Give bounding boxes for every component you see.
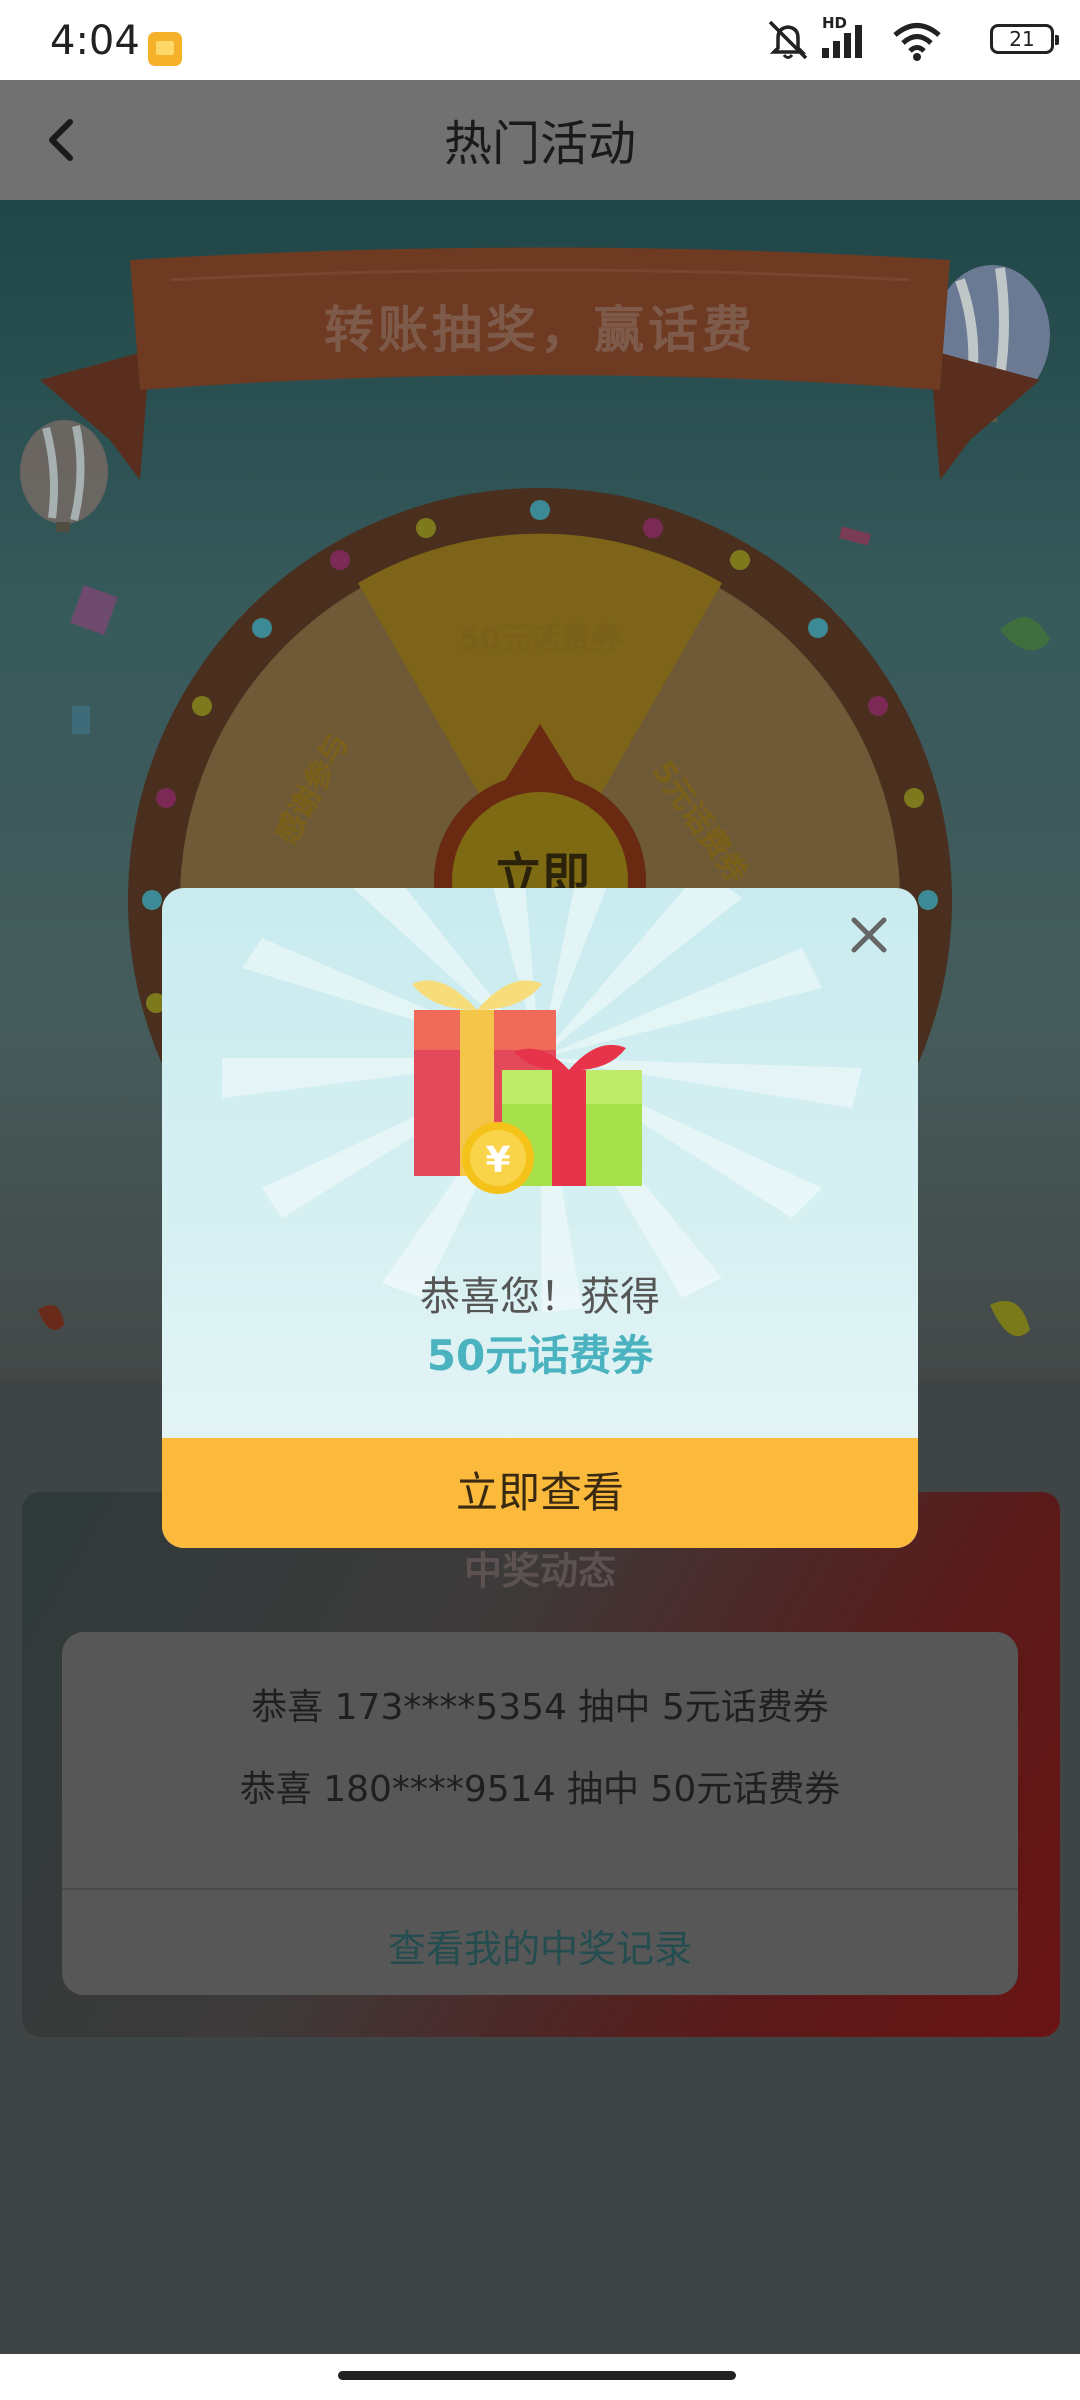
signal-icon (822, 25, 862, 58)
mute-icon (768, 20, 808, 60)
winners-title: 中奖动态 (463, 1549, 616, 1593)
gift-box-icon: ¥ (412, 980, 642, 1194)
wheel-segment-50: 50元话费券 (459, 622, 621, 657)
close-button[interactable] (840, 906, 898, 964)
notification-app-icon (148, 32, 182, 66)
status-time: 4:04 (50, 18, 140, 64)
title-ribbon (40, 247, 1040, 480)
winner-item: 恭喜 180****9514 抽中 50元话费券 (239, 1769, 841, 1810)
home-indicator[interactable] (338, 2371, 736, 2380)
my-prize-record-link[interactable]: 查看我的中奖记录 (0, 1918, 1080, 1973)
page-title: 热门活动 (443, 116, 636, 172)
status-icons: HD 21 (764, 14, 1059, 62)
prize-name: 50元话费券 (426, 1331, 654, 1380)
wifi-icon (893, 23, 941, 61)
congrats-text: 恭喜您！获得 (420, 1274, 660, 1320)
banner-title: 转账抽奖，赢话费 (324, 301, 756, 359)
divider (62, 1888, 1018, 1890)
close-icon (851, 917, 887, 953)
view-now-button[interactable]: 立即查看 (162, 1438, 918, 1548)
coin-yen-icon: ¥ (485, 1140, 510, 1181)
battery-icon: 21 (990, 24, 1059, 54)
winner-item: 恭喜 173****5354 抽中 5元话费券 (251, 1687, 829, 1728)
